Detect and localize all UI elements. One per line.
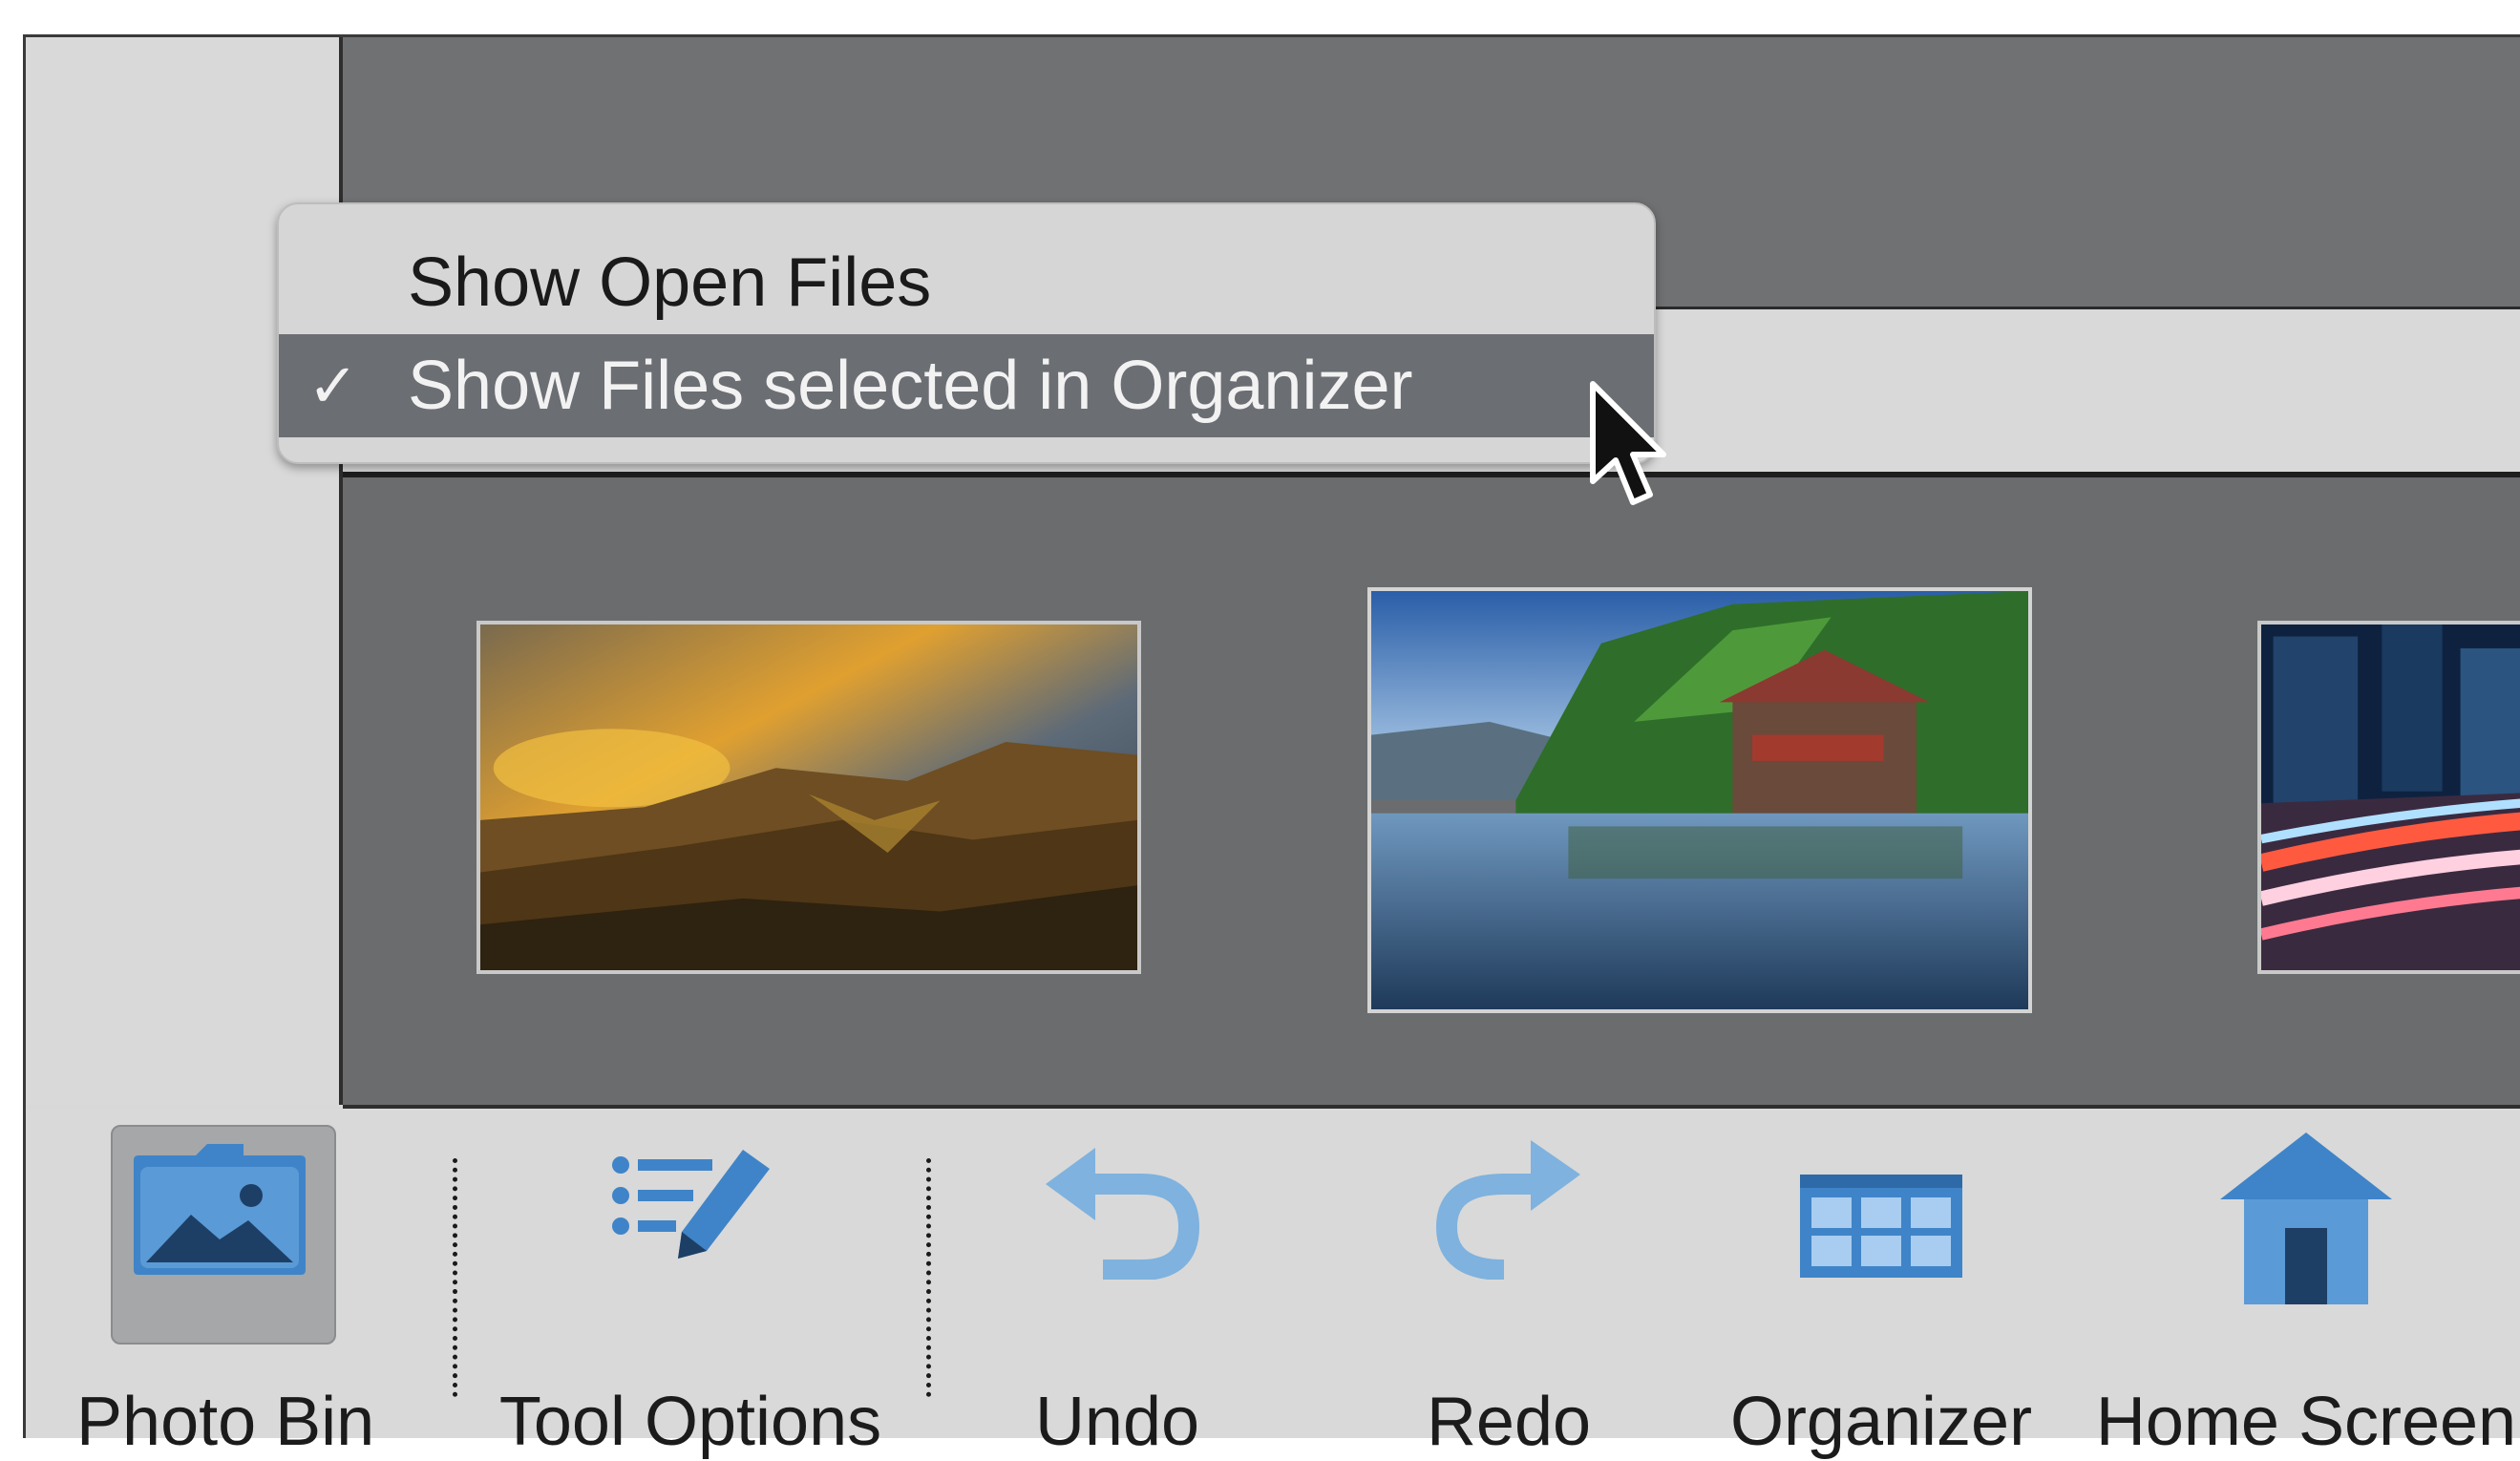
taskbar-divider bbox=[926, 1158, 931, 1397]
photo-bin-source-menu: Show Open Files ✓ Show Files selected in… bbox=[277, 202, 1656, 464]
home-screen-button[interactable]: Home Screen bbox=[2067, 1133, 2520, 1460]
city-night-lights-image bbox=[2261, 625, 2520, 970]
checkmark-icon: ✓ bbox=[307, 351, 359, 420]
redo-label: Redo bbox=[1426, 1384, 1592, 1460]
organizer-label: Organizer bbox=[1729, 1384, 2033, 1460]
mouse-pointer-icon bbox=[1590, 381, 1666, 505]
tool-options-button[interactable]: Tool Options bbox=[466, 1136, 915, 1460]
home-icon bbox=[2220, 1133, 2392, 1304]
folder-photo-icon bbox=[134, 1144, 306, 1275]
redo-icon bbox=[1435, 1140, 1580, 1280]
undo-icon bbox=[1046, 1148, 1200, 1280]
undo-button[interactable]: Undo bbox=[964, 1136, 1270, 1460]
photo-bin-area bbox=[343, 477, 2520, 1109]
home-screen-label: Home Screen bbox=[2095, 1384, 2517, 1460]
menu-item-show-open-files[interactable]: Show Open Files bbox=[279, 231, 1654, 334]
lake-boathouse-image bbox=[1371, 591, 2028, 1009]
organizer-grid-icon bbox=[1800, 1175, 1962, 1278]
photo-bin-button[interactable]: Photo Bin bbox=[76, 1136, 374, 1460]
menu-item-show-files-selected-in-organizer[interactable]: ✓ Show Files selected in Organizer bbox=[279, 334, 1654, 437]
sunset-cliffs-image bbox=[480, 625, 1137, 970]
tool-options-label: Tool Options bbox=[498, 1384, 882, 1460]
thumbnail-lake-boathouse[interactable] bbox=[1367, 587, 2032, 1013]
thumbnail-sunset-cliffs[interactable] bbox=[476, 621, 1141, 974]
photo-bin-label: Photo Bin bbox=[76, 1384, 375, 1460]
menu-item-label: Show Files selected in Organizer bbox=[408, 348, 1413, 424]
organizer-button[interactable]: Organizer bbox=[1719, 1136, 2044, 1460]
taskbar-divider bbox=[453, 1158, 457, 1397]
menu-item-label: Show Open Files bbox=[408, 244, 932, 321]
tool-options-icon bbox=[612, 1150, 770, 1259]
thumbnail-city-night-lights[interactable] bbox=[2257, 621, 2520, 974]
undo-label: Undo bbox=[1034, 1384, 1200, 1460]
left-panel bbox=[26, 37, 343, 1105]
redo-button[interactable]: Redo bbox=[1356, 1136, 1662, 1460]
